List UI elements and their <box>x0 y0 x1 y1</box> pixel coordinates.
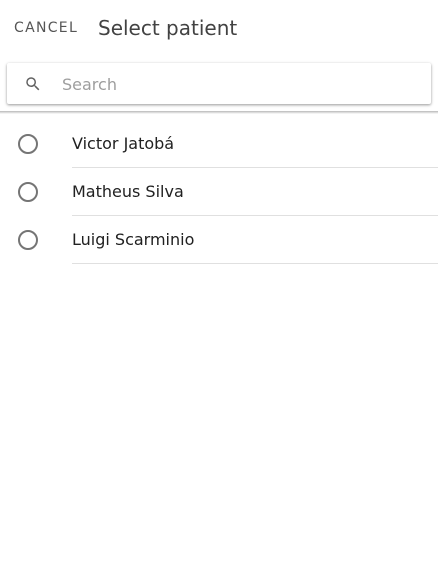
app-header: CANCEL Select patient <box>0 0 438 56</box>
divider <box>72 263 438 264</box>
search-input[interactable] <box>62 72 412 96</box>
radio-button[interactable] <box>18 134 38 154</box>
patient-name: Luigi Scarminio <box>72 230 195 249</box>
patient-name: Matheus Silva <box>72 182 184 201</box>
list-item[interactable]: Victor Jatobá <box>0 120 438 168</box>
radio-button[interactable] <box>18 230 38 250</box>
select-patient-screen: CANCEL Select patient Victor Jatobá Math… <box>0 0 438 587</box>
cancel-button[interactable]: CANCEL <box>14 19 78 37</box>
patient-name: Victor Jatobá <box>72 134 175 153</box>
header-divider <box>0 111 438 114</box>
search-bar[interactable] <box>7 63 431 104</box>
list-item[interactable]: Matheus Silva <box>0 168 438 216</box>
list-item[interactable]: Luigi Scarminio <box>0 216 438 264</box>
page-title: Select patient <box>98 16 238 40</box>
patient-list: Victor Jatobá Matheus Silva Luigi Scarmi… <box>0 120 438 264</box>
radio-button[interactable] <box>18 182 38 202</box>
search-icon <box>26 77 40 91</box>
